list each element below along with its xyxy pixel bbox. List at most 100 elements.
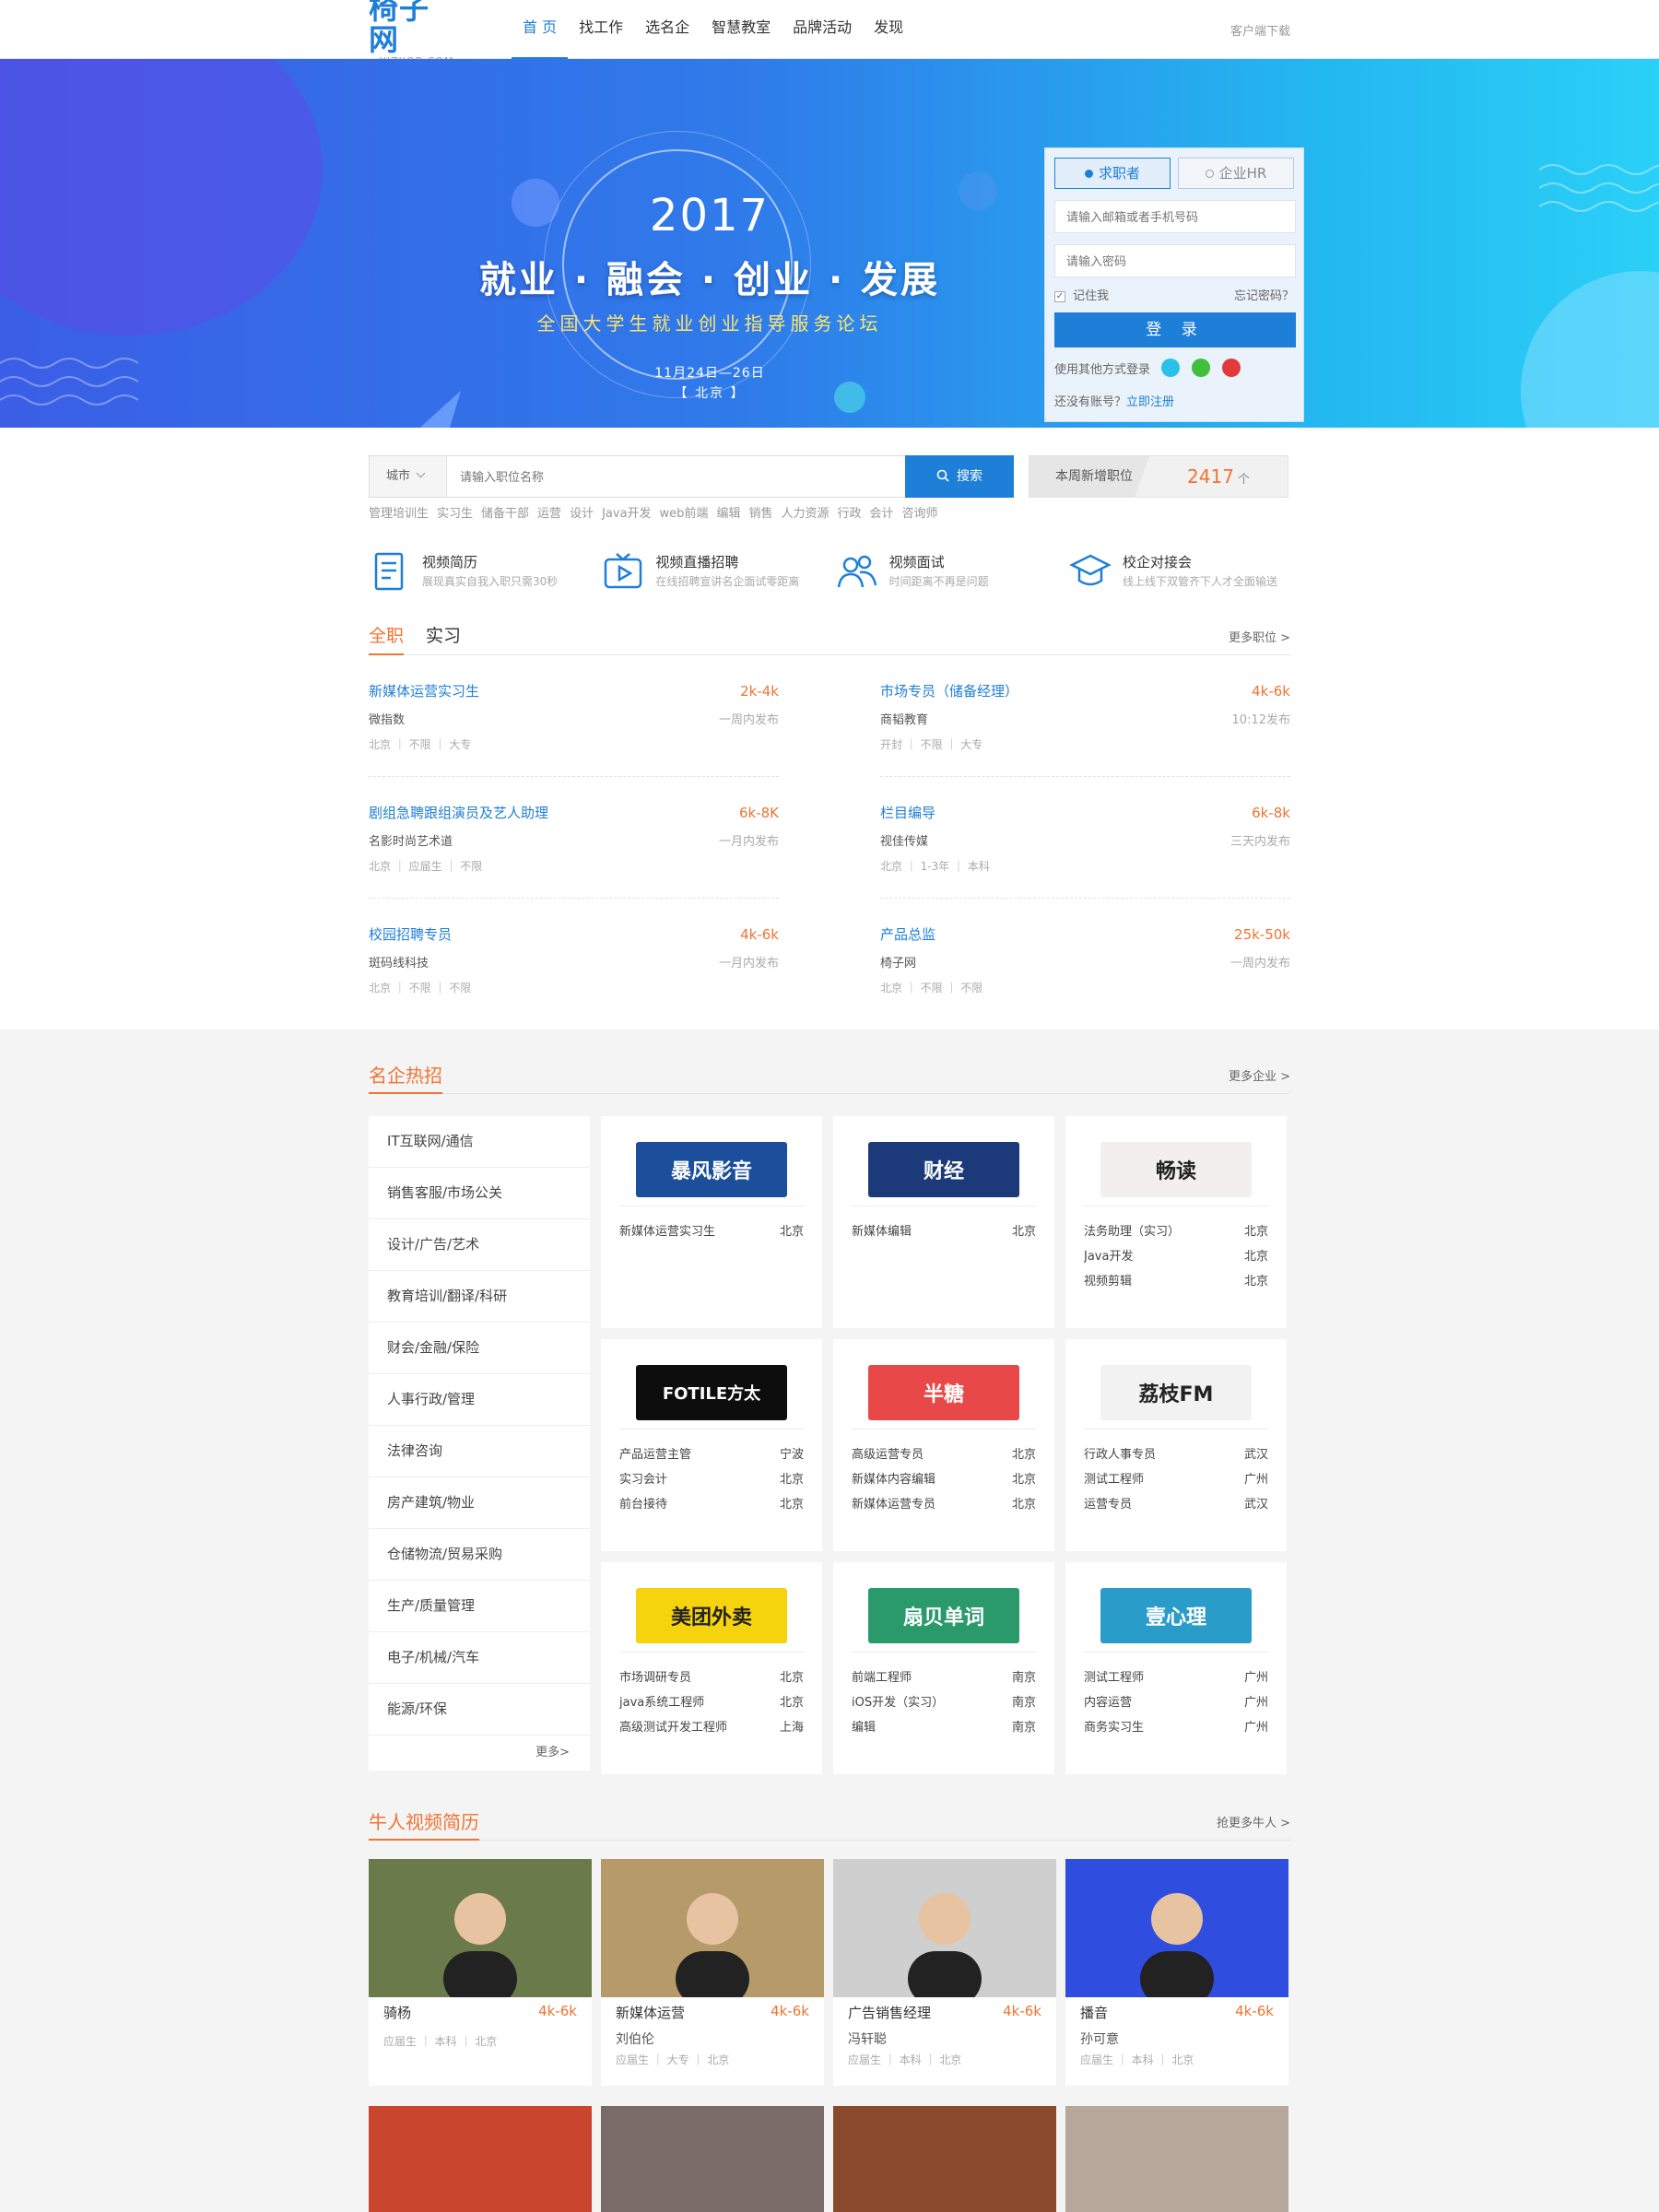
- company-name[interactable]: 名影时尚艺术道: [369, 831, 453, 849]
- talent-photo[interactable]: [1065, 2106, 1288, 2212]
- company-logo[interactable]: 畅读: [1100, 1141, 1252, 1197]
- search-button[interactable]: 搜索: [905, 455, 1014, 498]
- job-card[interactable]: 校园招聘专员 4k-6k 斑码线科技 一月内发布 北京 ｜ 不限 ｜ 不限: [369, 899, 779, 1020]
- company-name[interactable]: 微指数: [369, 710, 405, 727]
- company-card[interactable]: FOTILE方太产品运营主管 宁波 实习会计 北京 前台接待 北京: [601, 1339, 822, 1551]
- hot-keyword-link[interactable]: 编辑: [716, 507, 740, 521]
- category-item[interactable]: 人事行政/管理: [369, 1374, 590, 1426]
- tab-internship[interactable]: 实习: [426, 622, 461, 654]
- job-card[interactable]: 新媒体运营实习生 2k-4k 微指数 一周内发布 北京 ｜ 不限 ｜ 大专: [369, 655, 779, 777]
- company-card[interactable]: 半糖高级运营专员 北京 新媒体内容编辑 北京 新媒体运营专员 北京: [833, 1339, 1054, 1551]
- nav-find-job[interactable]: 找工作: [568, 0, 634, 59]
- talent-card[interactable]: 广告销售经理 4k-6k 冯轩聪 应届生 ｜ 本科 ｜ 北京: [833, 1859, 1056, 2086]
- hot-keyword-link[interactable]: 设计: [570, 507, 594, 521]
- category-item[interactable]: 生产/质量管理: [369, 1581, 590, 1632]
- more-categories-link[interactable]: 更多>: [369, 1735, 590, 1771]
- company-job-row[interactable]: 法务助理（实习） 北京: [1084, 1219, 1268, 1244]
- password-input[interactable]: [1054, 244, 1296, 277]
- job-title-link[interactable]: 校园招聘专员: [369, 924, 452, 944]
- category-item[interactable]: 房产建筑/物业: [369, 1477, 590, 1529]
- category-item[interactable]: 电子/机械/汽车: [369, 1632, 590, 1684]
- talent-photo[interactable]: [833, 1859, 1056, 1997]
- hot-keyword-link[interactable]: web前端: [660, 507, 709, 521]
- category-item[interactable]: 销售客服/市场公关: [369, 1168, 590, 1219]
- company-job-row[interactable]: 新媒体运营实习生 北京: [619, 1219, 804, 1244]
- talent-photo[interactable]: [601, 2106, 824, 2212]
- company-job-row[interactable]: 测试工程师 广州: [1084, 1467, 1268, 1492]
- hot-keyword-link[interactable]: 运营: [537, 507, 561, 521]
- company-job-row[interactable]: java系统工程师 北京: [619, 1690, 804, 1715]
- company-job-row[interactable]: 视频剪辑 北京: [1084, 1269, 1268, 1294]
- company-card[interactable]: 美团外卖 市场调研专员 北京 java系统工程师 北京 高级测试开发工程师 上海: [601, 1562, 822, 1774]
- category-item[interactable]: 仓储物流/贸易采购: [369, 1529, 590, 1581]
- talent-card[interactable]: 新媒体运营 4k-6k 刘伯伦 应届生 ｜ 大专 ｜ 北京: [601, 1859, 824, 2086]
- city-select[interactable]: 城市: [370, 456, 447, 497]
- company-job-row[interactable]: 运营专员 武汉: [1084, 1492, 1268, 1517]
- talent-photo[interactable]: [601, 1859, 824, 1997]
- category-item[interactable]: 财会/金融/保险: [369, 1323, 590, 1374]
- company-job-row[interactable]: 产品运营主管 宁波: [619, 1442, 804, 1467]
- job-title-link[interactable]: 产品总监: [880, 924, 935, 944]
- nav-home[interactable]: 首 页: [512, 0, 569, 60]
- company-job-row[interactable]: 商务实习生 广州: [1084, 1715, 1268, 1740]
- company-job-row[interactable]: Java开发 北京: [1084, 1244, 1268, 1269]
- hot-keyword-link[interactable]: 会计: [870, 507, 894, 521]
- nav-brand-events[interactable]: 品牌活动: [782, 0, 863, 59]
- company-job-row[interactable]: 行政人事专员 武汉: [1084, 1442, 1268, 1467]
- more-jobs-link[interactable]: 更多职位 >: [1229, 628, 1290, 654]
- nav-discover[interactable]: 发现: [863, 0, 914, 59]
- hot-keyword-link[interactable]: 实习生: [437, 507, 473, 521]
- company-logo[interactable]: 财经: [868, 1141, 1019, 1197]
- talent-photo[interactable]: [369, 2106, 592, 2212]
- company-name[interactable]: 斑码线科技: [369, 953, 429, 971]
- company-job-row[interactable]: 前台接待 北京: [619, 1492, 804, 1517]
- nav-companies[interactable]: 选名企: [634, 0, 700, 59]
- remember-me[interactable]: ✓ 记住我: [1054, 286, 1109, 303]
- company-job-row[interactable]: 高级运营专员 北京: [852, 1442, 1036, 1467]
- company-card[interactable]: 荔枝FM 行政人事专员 武汉 测试工程师 广州 运营专员 武汉: [1065, 1339, 1287, 1551]
- company-logo[interactable]: 暴风影音: [636, 1141, 787, 1197]
- company-name[interactable]: 商韬教育: [880, 710, 928, 727]
- tab-fulltime[interactable]: 全职: [369, 622, 405, 655]
- job-card[interactable]: 产品总监 25k-50k 椅子网 一周内发布 北京 ｜ 不限 ｜ 不限: [880, 899, 1290, 1020]
- role-seeker-tab[interactable]: 求职者: [1054, 158, 1171, 189]
- company-logo[interactable]: 扇贝单词: [868, 1587, 1019, 1643]
- checkbox-icon[interactable]: ✓: [1054, 290, 1065, 302]
- feature-video-resume[interactable]: 视频简历 展现真实自我入职只需30秒: [369, 550, 590, 593]
- company-job-row[interactable]: 实习会计 北京: [619, 1467, 804, 1492]
- company-job-row[interactable]: 内容运营 广州: [1084, 1690, 1268, 1715]
- company-logo[interactable]: 半糖: [868, 1364, 1019, 1420]
- feature-campus-fair[interactable]: 校企对接会 线上线下双管齐下人才全面输送: [1069, 550, 1290, 593]
- talent-photo[interactable]: [369, 1859, 592, 1997]
- talent-photo[interactable]: [1065, 1859, 1288, 1997]
- company-card[interactable]: 财经 新媒体编辑 北京: [833, 1116, 1054, 1328]
- job-title-link[interactable]: 新媒体运营实习生: [369, 681, 479, 700]
- nav-classroom[interactable]: 智慧教室: [700, 0, 782, 59]
- company-name[interactable]: 椅子网: [880, 953, 916, 971]
- feature-live-recruit[interactable]: 视频直播招聘 在线招聘宣讲名企面试零距离: [602, 550, 823, 593]
- company-logo[interactable]: FOTILE方太: [636, 1364, 787, 1420]
- more-talents-link[interactable]: 抢更多牛人 >: [1217, 1813, 1290, 1840]
- job-card[interactable]: 栏目编导 6k-8k 视佳传媒 三天内发布 北京 ｜ 1-3年 ｜ 本科: [880, 777, 1290, 899]
- job-title-link[interactable]: 市场专员（储备经理）: [880, 681, 1018, 700]
- hot-keyword-link[interactable]: 人力资源: [781, 507, 829, 521]
- company-card[interactable]: 扇贝单词 前端工程师 南京 iOS开发（实习） 南京 编辑 南京: [833, 1562, 1054, 1774]
- company-card[interactable]: 暴风影音新媒体运营实习生 北京: [601, 1116, 822, 1328]
- login-button[interactable]: 登 录: [1054, 312, 1296, 347]
- company-job-row[interactable]: 新媒体运营专员 北京: [852, 1492, 1036, 1517]
- company-job-row[interactable]: 新媒体内容编辑 北京: [852, 1467, 1036, 1492]
- hot-keyword-link[interactable]: 管理培训生: [369, 507, 429, 521]
- hot-keyword-link[interactable]: Java开发: [602, 507, 651, 521]
- company-logo[interactable]: 壹心理: [1100, 1587, 1252, 1643]
- company-logo[interactable]: 美团外卖: [636, 1587, 787, 1643]
- role-hr-tab[interactable]: 企业HR: [1178, 158, 1294, 189]
- company-card[interactable]: 畅读法务助理（实习） 北京 Java开发 北京 视频剪辑 北京: [1065, 1116, 1287, 1328]
- client-download-link[interactable]: 客户端下载: [1230, 21, 1290, 39]
- category-item[interactable]: 能源/环保: [369, 1684, 590, 1735]
- register-link[interactable]: 立即注册: [1126, 395, 1174, 409]
- hot-keyword-link[interactable]: 咨询师: [902, 507, 938, 521]
- wechat-icon[interactable]: [1192, 359, 1211, 377]
- hot-keyword-link[interactable]: 行政: [837, 507, 861, 521]
- hot-keyword-link[interactable]: 销售: [748, 507, 772, 521]
- company-job-row[interactable]: 前端工程师 南京: [852, 1665, 1036, 1690]
